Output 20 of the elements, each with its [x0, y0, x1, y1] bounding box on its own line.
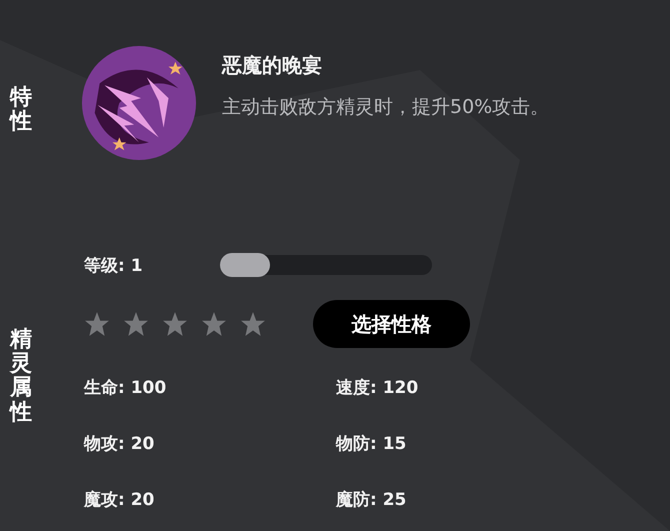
stat-text: 魔防: 25 — [336, 489, 408, 511]
star-icon — [123, 311, 149, 337]
choose-nature-button[interactable]: 选择性格 — [313, 300, 470, 348]
stat-text: 生命: 100 — [84, 377, 168, 399]
level-label: 等级: 1 — [84, 254, 144, 276]
star-icon — [240, 311, 266, 337]
trait-description: 主动击败敌方精灵时，提升50%攻击。 — [222, 95, 550, 120]
star-icon — [84, 311, 110, 337]
slider-thumb[interactable] — [220, 253, 270, 277]
stat-text: 物防: 15 — [336, 433, 408, 455]
star-icon — [201, 311, 227, 337]
section-label: 特性 — [10, 86, 32, 134]
star-icon — [162, 311, 188, 337]
section-label: 精灵属性 — [10, 328, 32, 427]
stat-text: 物攻: 20 — [84, 433, 156, 455]
claw-emblem-icon — [80, 44, 198, 162]
level-slider[interactable] — [220, 255, 432, 275]
stat-text: 魔攻: 20 — [84, 489, 156, 511]
trait-name: 恶魔的晚宴 — [222, 52, 323, 79]
stat-text: 速度: 120 — [336, 377, 420, 399]
